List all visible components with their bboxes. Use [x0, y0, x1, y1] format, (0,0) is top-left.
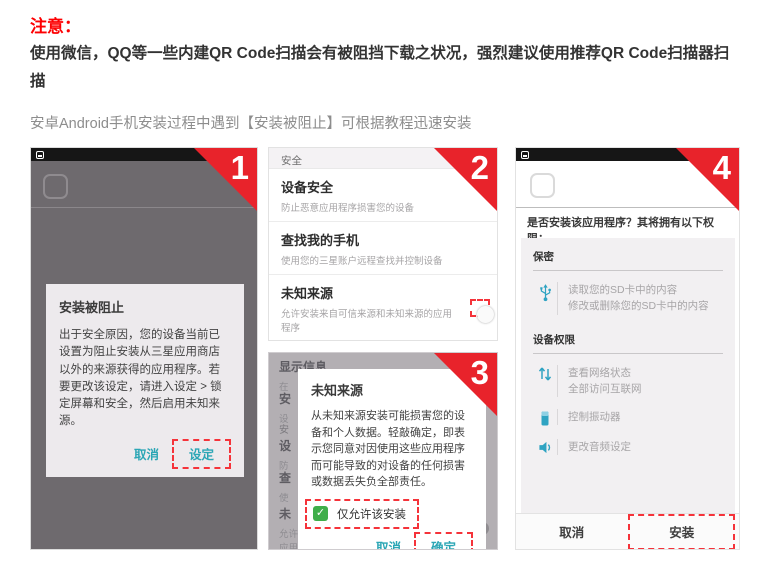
setting-subtitle: 使用您的三星账户远程查找并控制设备 — [281, 253, 456, 267]
setting-row-find-my-phone[interactable]: 查找我的手机 使用您的三星账户远程查找并控制设备 — [269, 222, 497, 275]
permission-item-storage: 读取您的SD卡中的内容 修改或删除您的SD卡中的内容 — [533, 282, 723, 315]
cancel-button[interactable]: 取消 — [369, 532, 408, 550]
permission-line: 控制振动器 — [568, 409, 621, 425]
screenshot-step2: 安全 设备安全 防止恶意应用程序损害您的设备 查找我的手机 使用您的三星账户远程… — [268, 147, 498, 341]
permissions-panel: 保密 读取您的SD卡中的内容 修改或删除您的SD卡中的内容 设备权限 — [521, 238, 735, 516]
setting-title: 未知来源 — [281, 283, 485, 302]
highlight-box: 设定 — [172, 439, 231, 469]
notice-body: 使用微信，QQ等一些内建QR Code扫描会有被阻挡下载之状况，强烈建议使用推荐… — [30, 40, 742, 96]
dimmed-section-header: 安 — [279, 421, 289, 436]
speaker-icon — [533, 439, 557, 455]
setting-row-unknown-sources[interactable]: 未知来源 允许安装来自可信来源和未知来源的应用程序 — [269, 275, 497, 341]
permission-line: 更改音频设定 — [568, 439, 631, 455]
setting-subtitle: 防止恶意应用程序损害您的设备 — [281, 200, 456, 214]
vibration-icon — [533, 409, 557, 427]
highlight-box: 安装 — [628, 514, 735, 550]
device-section-header: 设备权限 — [533, 332, 723, 354]
install-blocked-dialog: 安装被阻止 出于安全原因，您的设备当前已设置为阻止安装从三星应用商店以外的来源获… — [46, 284, 244, 477]
dimmed-row: 查 使 — [279, 469, 291, 504]
permission-line: 查看网络状态 — [568, 365, 642, 381]
dialog-title: 安装被阻止 — [59, 297, 231, 316]
page-subtitle: 安卓Android手机安装过程中遇到【安装被阻止】可根据教程迅速安装 — [30, 112, 471, 133]
dialog-body: 从未知来源安装可能损害您的设备和个人数据。轻敲确定，即表示您同意对因使用这些应用… — [311, 408, 473, 491]
permission-line: 读取您的SD卡中的内容 — [568, 282, 709, 298]
highlight-box: ✓ 仅允许该安装 — [305, 499, 419, 529]
privacy-section-header: 保密 — [533, 249, 723, 271]
notification-icon — [521, 151, 529, 159]
install-button[interactable]: 安装 — [669, 526, 694, 540]
settings-button[interactable]: 设定 — [182, 443, 221, 467]
step-number: 3 — [471, 354, 489, 392]
app-icon-placeholder — [530, 173, 555, 198]
step-number: 4 — [713, 149, 731, 187]
dialog-button-bar: 取消 安装 — [516, 513, 739, 549]
permission-item-vibration: 控制振动器 — [533, 409, 723, 427]
cancel-button[interactable]: 取消 — [127, 439, 166, 468]
step-number: 2 — [471, 149, 489, 187]
screenshot-step4: 1 4G 7 是否安装该应用程序？其将拥有以下权限： 保密 — [515, 147, 740, 550]
notice-title: 注意： — [30, 12, 81, 37]
setting-title: 查找我的手机 — [281, 230, 485, 249]
checkbox-label: 仅允许该安装 — [337, 506, 406, 522]
dimmed-row: 设 防 — [279, 437, 291, 472]
notification-icon — [36, 151, 44, 159]
usb-icon — [533, 282, 557, 302]
dialog-body: 出于安全原因，您的设备当前已设置为阻止安装从三星应用商店以外的来源获得的应用程序… — [59, 327, 231, 431]
tutorial-page: 注意： 使用微信，QQ等一些内建QR Code扫描会有被阻挡下载之状况，强烈建议… — [0, 0, 767, 570]
dimmed-row: 安 设 — [279, 390, 291, 425]
network-arrows-icon — [533, 365, 557, 382]
highlight-box — [470, 299, 490, 317]
permission-item-audio: 更改音频设定 — [533, 439, 723, 455]
cancel-button[interactable]: 取消 — [559, 522, 584, 541]
highlight-box: 确定 — [414, 532, 473, 551]
app-icon-placeholder — [43, 174, 68, 199]
setting-subtitle: 允许安装来自可信来源和未知来源的应用程序 — [281, 306, 456, 334]
permission-line: 全部访问互联网 — [568, 381, 642, 397]
screenshot-step3: 显示信息 在 安 设 安 设 防 查 使 未 允许安装来自可信来源和未知来源的应… — [268, 352, 498, 550]
confirm-button[interactable]: 确定 — [424, 536, 463, 551]
permission-line: 修改或删除您的SD卡中的内容 — [568, 298, 709, 314]
allow-once-checkbox[interactable]: ✓ — [313, 506, 328, 521]
step-number: 1 — [231, 149, 249, 187]
screenshot-step1: 1 4G 7 安装被阻止 出于安全原因，您的设备当前已设置为阻止安装从三星应用商… — [30, 147, 258, 550]
permission-item-network: 查看网络状态 全部访问互联网 — [533, 365, 723, 398]
